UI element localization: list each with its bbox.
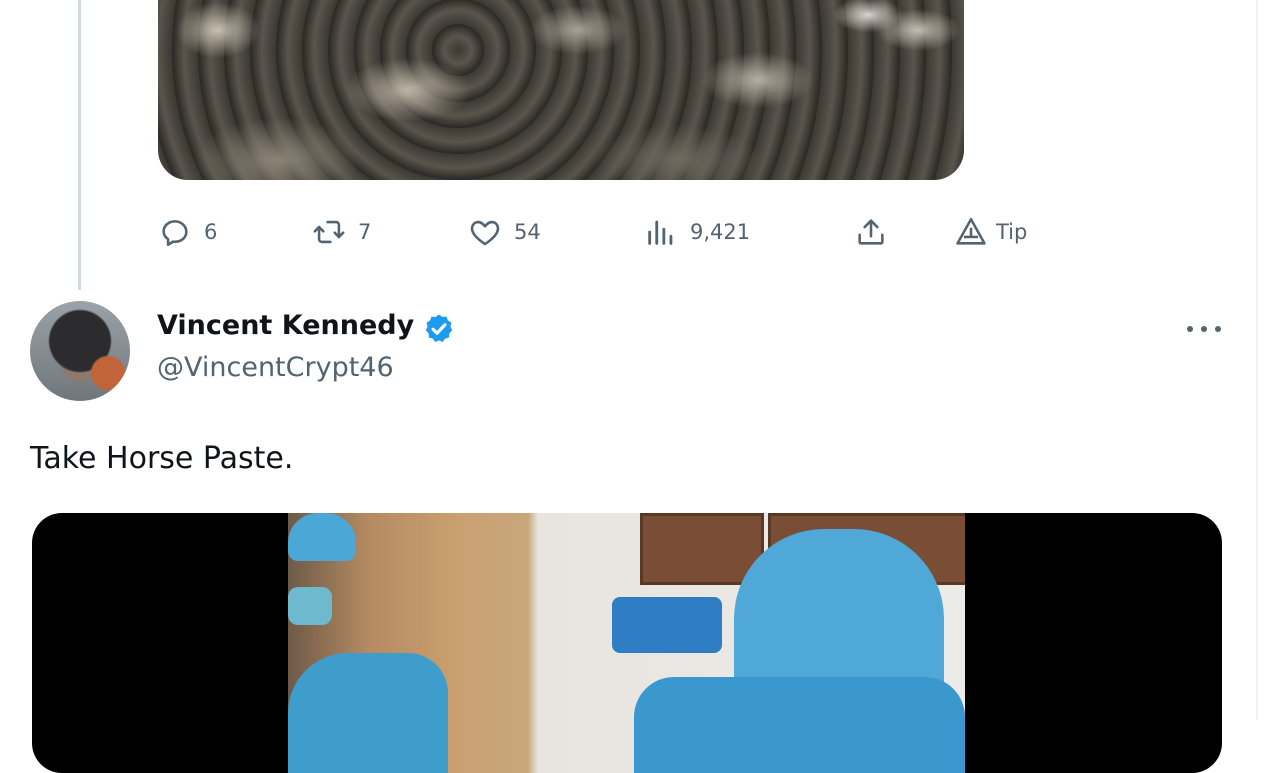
share-icon <box>858 219 884 245</box>
tip-icon <box>956 217 986 245</box>
retweet-icon <box>313 220 345 244</box>
reply-icon <box>162 220 188 247</box>
views-icon <box>648 220 673 245</box>
tip-label: Tip <box>996 220 1028 244</box>
video-frame <box>288 513 965 773</box>
view-count: 9,421 <box>690 220 751 244</box>
like-icon <box>470 220 500 246</box>
views-button[interactable]: 9,421 <box>644 212 750 252</box>
staff-mask <box>288 587 332 625</box>
previous-tweet-media[interactable] <box>158 0 964 180</box>
tweet-video[interactable] <box>32 513 1222 773</box>
thread-connector-line <box>78 0 81 290</box>
like-button[interactable]: 54 <box>468 212 541 252</box>
more-icon[interactable] <box>1184 316 1224 342</box>
tip-button[interactable]: Tip <box>954 212 1027 252</box>
staff-gown <box>288 653 448 773</box>
surgeon-gown <box>634 677 965 773</box>
author-name[interactable]: Vincent Kennedy <box>157 310 414 341</box>
verified-icon <box>425 314 453 343</box>
reply-count: 6 <box>204 220 218 244</box>
timeline-border <box>1256 0 1258 720</box>
previous-tweet-action-bar: 6 7 54 9,421 Tip <box>158 212 1058 252</box>
reply-button[interactable]: 6 <box>158 212 217 252</box>
equipment <box>612 597 722 653</box>
share-button[interactable] <box>854 212 888 252</box>
tweet-text: Take Horse Paste. <box>30 441 294 476</box>
author-handle[interactable]: @VincentCrypt46 <box>157 352 394 383</box>
retweet-button[interactable]: 7 <box>312 212 371 252</box>
retweet-count: 7 <box>358 220 372 244</box>
like-count: 54 <box>514 220 541 244</box>
author-avatar[interactable] <box>30 301 130 401</box>
staff-cap <box>288 513 356 561</box>
